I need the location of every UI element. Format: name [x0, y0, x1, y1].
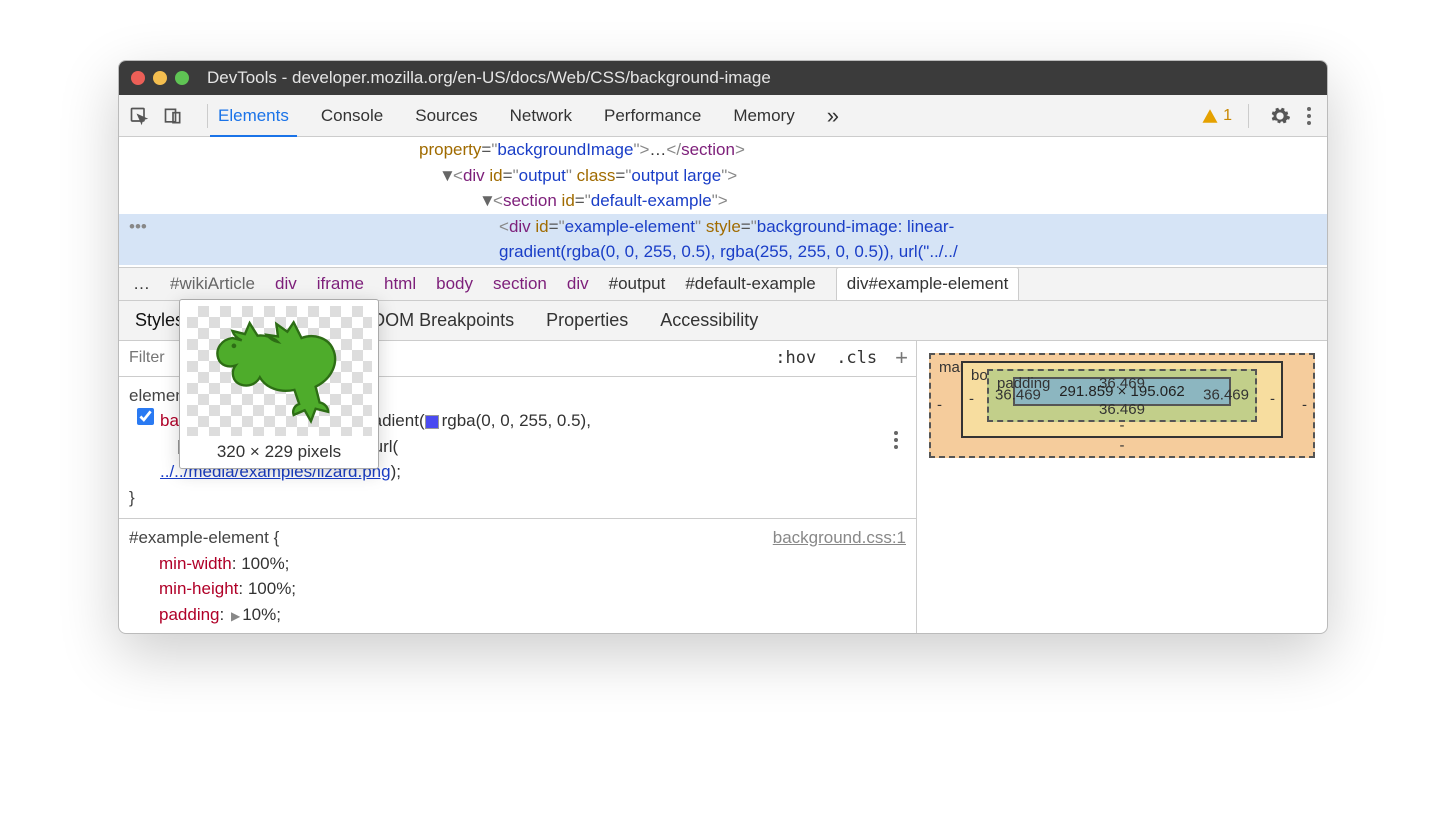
- panel-tabs: Elements Console Sources Network Perform…: [218, 96, 849, 136]
- rule-overflow-icon[interactable]: [888, 431, 904, 449]
- crumb-html[interactable]: html: [384, 274, 416, 294]
- main-toolbar: Elements Console Sources Network Perform…: [119, 95, 1327, 137]
- prop-toggle[interactable]: [137, 408, 154, 425]
- crumb-default[interactable]: #default-example: [685, 274, 815, 294]
- warning-badge[interactable]: 1: [1201, 107, 1232, 125]
- subtab-a11y[interactable]: Accessibility: [660, 310, 758, 331]
- box-padding[interactable]: padding 36.469 36.469 36.469 36.469 291.…: [987, 369, 1257, 422]
- warning-count: 1: [1223, 107, 1232, 125]
- traffic-lights: [131, 71, 189, 85]
- window-title: DevTools - developer.mozilla.org/en-US/d…: [207, 68, 771, 88]
- window-titlebar: DevTools - developer.mozilla.org/en-US/d…: [119, 61, 1327, 95]
- new-rule-icon[interactable]: +: [887, 345, 916, 371]
- image-dimensions: 320 × 229 pixels: [186, 442, 372, 462]
- close-icon[interactable]: [131, 71, 145, 85]
- tab-network[interactable]: Network: [510, 96, 572, 136]
- cls-toggle[interactable]: .cls: [826, 348, 887, 368]
- box-margin[interactable]: margin - - - - border - - - - padding 36…: [929, 353, 1315, 458]
- dom-tree[interactable]: property="backgroundImage">…</section> ▼…: [119, 137, 1327, 267]
- device-icon[interactable]: [163, 106, 183, 126]
- crumb-div1[interactable]: div: [275, 274, 297, 294]
- minimize-icon[interactable]: [153, 71, 167, 85]
- hov-toggle[interactable]: :hov: [765, 348, 826, 368]
- crumb-output[interactable]: #output: [609, 274, 666, 294]
- box-border[interactable]: border - - - - padding 36.469 36.469 36.…: [961, 361, 1283, 438]
- inspect-icon[interactable]: [129, 106, 149, 126]
- crumb-wiki[interactable]: #wikiArticle: [170, 274, 255, 294]
- rule-source-link[interactable]: background.css:1: [773, 525, 906, 551]
- crumb-body[interactable]: body: [436, 274, 473, 294]
- gear-icon[interactable]: [1269, 105, 1291, 127]
- devtools-window: DevTools - developer.mozilla.org/en-US/d…: [118, 60, 1328, 634]
- crumb-section[interactable]: section: [493, 274, 547, 294]
- more-tabs-icon[interactable]: »: [827, 103, 839, 129]
- subtab-props[interactable]: Properties: [546, 310, 628, 331]
- rule-example-element[interactable]: background.css:1 #example-element { min-…: [119, 519, 916, 633]
- box-model-pane: margin - - - - border - - - - padding 36…: [917, 341, 1327, 634]
- breadcrumb-more[interactable]: …: [133, 274, 150, 294]
- crumb-div2[interactable]: div: [567, 274, 589, 294]
- lizard-preview-icon: [187, 306, 372, 436]
- crumb-selected[interactable]: div#example-element: [836, 267, 1020, 300]
- zoom-icon[interactable]: [175, 71, 189, 85]
- tab-memory[interactable]: Memory: [733, 96, 794, 136]
- breadcrumb: … #wikiArticle div iframe html body sect…: [119, 267, 1327, 301]
- tab-sources[interactable]: Sources: [415, 96, 477, 136]
- crumb-iframe[interactable]: iframe: [317, 274, 364, 294]
- image-preview-popover: 320 × 229 pixels: [179, 299, 379, 469]
- subtab-dombp[interactable]: DOM Breakpoints: [372, 310, 514, 331]
- tab-performance[interactable]: Performance: [604, 96, 701, 136]
- subtab-styles[interactable]: Styles: [135, 310, 184, 331]
- tab-elements[interactable]: Elements: [218, 96, 289, 136]
- color-swatch-icon[interactable]: [425, 415, 439, 429]
- tab-console[interactable]: Console: [321, 96, 383, 136]
- overflow-menu-icon[interactable]: [1301, 107, 1317, 125]
